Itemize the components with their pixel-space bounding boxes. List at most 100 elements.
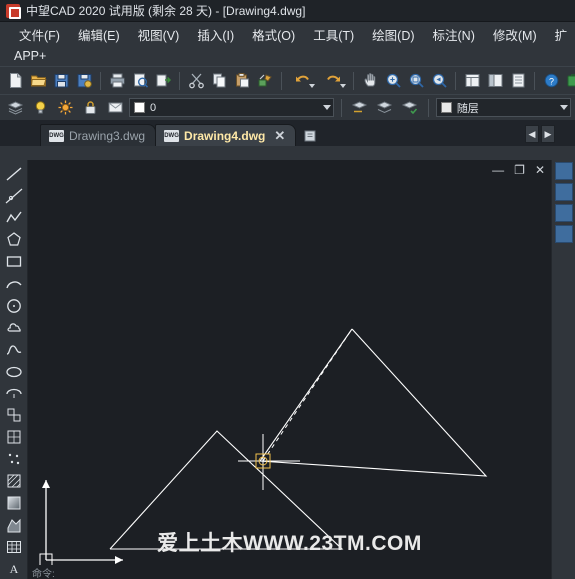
undo-icon[interactable] [287,70,317,92]
menu-bar[interactable]: 文件(F) 编辑(E) 视图(V) 插入(I) 格式(O) 工具(T) 绘图(D… [0,22,575,46]
menu-item-dimension[interactable]: 标注(N) [424,23,484,46]
toolbar-separator [100,71,101,90]
sun-icon[interactable] [54,97,76,119]
command-line[interactable]: 命令: [28,565,551,579]
match-properties-icon[interactable] [254,70,276,92]
pan-icon[interactable] [359,70,381,92]
print-preview-icon[interactable] [129,70,151,92]
tab-nav-prev[interactable]: ◀ [525,125,539,143]
tab-nav[interactable]: ◀ ▶ [525,125,555,143]
make-block-icon[interactable] [3,427,25,447]
table-icon[interactable] [3,537,25,557]
hatch-icon[interactable] [3,471,25,491]
prop-separator [340,98,342,117]
menu-item-draw[interactable]: 绘图(D) [363,23,423,46]
zoom-previous-icon[interactable] [428,70,450,92]
multiline-text-icon[interactable]: A [3,559,25,579]
chevron-down-icon[interactable] [322,105,331,110]
polygon-icon[interactable] [3,230,25,250]
spline-icon[interactable] [3,340,25,360]
menu-item-modify[interactable]: 修改(M) [484,23,546,46]
app-window: 中望CAD 2020 试用版 (剩余 28 天) - [Drawing4.dwg… [0,0,575,579]
polyline-icon[interactable] [3,208,25,228]
line-icon[interactable] [3,164,25,184]
arc-icon[interactable] [3,274,25,294]
layer-properties-toolbar[interactable]: 0 随层 [0,94,575,120]
draw-toolbar[interactable]: A [0,160,28,579]
right-tool-panel[interactable] [551,160,575,579]
copy-icon[interactable] [208,70,230,92]
revision-cloud-icon[interactable] [3,318,25,338]
ellipse-icon[interactable] [3,362,25,382]
document-tab-bar[interactable]: DWG Drawing3.dwg DWG Drawing4.dwg ✕ ◀ ▶ [0,120,575,146]
right-panel-button-1[interactable] [554,162,573,180]
standard-toolbar[interactable]: ? [0,66,575,94]
lock-icon[interactable] [79,97,101,119]
ellipse-arc-icon[interactable] [3,384,25,404]
tool-palette-icon[interactable] [507,70,529,92]
open-file-icon[interactable] [27,70,49,92]
svg-text:A: A [9,562,18,576]
insert-block-icon[interactable] [3,405,25,425]
plot-icon[interactable] [104,97,126,119]
undo-dropdown-arrow[interactable] [309,83,315,88]
doc-tab-drawing4[interactable]: DWG Drawing4.dwg ✕ [155,124,297,146]
cut-icon[interactable] [185,70,207,92]
layer-isolate-icon[interactable] [374,97,396,119]
doc-restore-button[interactable]: ❐ [514,164,525,176]
zoom-extents-icon[interactable] [382,70,404,92]
color-select[interactable]: 随层 [435,98,571,117]
toolbar-separator-2 [179,71,180,90]
document-window-controls[interactable]: — ❐ ✕ [492,164,545,176]
model-space-canvas[interactable]: — ❐ ✕ 爱上土木WWW.23TM.COM 命令: [28,160,551,579]
menu-item-format[interactable]: 格式(O) [243,23,304,46]
menu-bar-second-row[interactable]: APP+ [0,46,575,66]
new-tab-icon[interactable] [301,126,323,146]
toolbar-separator-4 [353,71,354,90]
help-icon[interactable]: ? [540,70,562,92]
layer-make-current-icon[interactable] [399,97,421,119]
doc-close-button[interactable]: ✕ [535,164,545,176]
layer-previous-icon[interactable] [349,97,371,119]
doc-minimize-button[interactable]: — [492,164,504,176]
circle-icon[interactable] [3,296,25,316]
designcenter-icon[interactable] [484,70,506,92]
menu-item-tools[interactable]: 工具(T) [304,23,363,46]
construction-line-icon[interactable] [3,186,25,206]
right-panel-button-2[interactable] [554,183,573,201]
right-panel-button-3[interactable] [554,204,573,222]
properties-panel-icon[interactable] [461,70,483,92]
zoom-window-icon[interactable] [405,70,427,92]
new-file-icon[interactable] [4,70,26,92]
right-panel-button-4[interactable] [554,225,573,243]
save-as-icon[interactable] [73,70,95,92]
rectangle-icon[interactable] [3,252,25,272]
redo-icon[interactable] [318,70,348,92]
menu-item-edit[interactable]: 编辑(E) [69,23,129,46]
color-swatch [440,102,452,113]
publish-icon[interactable] [152,70,174,92]
region-icon[interactable] [3,515,25,535]
menu-item-insert[interactable]: 插入(I) [188,23,243,46]
paste-icon[interactable] [231,70,253,92]
color-select-value: 随层 [456,102,479,115]
print-icon[interactable] [106,70,128,92]
menu-item-app-plus[interactable]: APP+ [10,48,50,64]
doc-tab-drawing3[interactable]: DWG Drawing3.dwg [40,124,157,146]
layer-select[interactable]: 0 [129,98,334,117]
menu-item-express[interactable]: 扩 [546,23,575,46]
save-file-icon[interactable] [50,70,72,92]
menu-item-file[interactable]: 文件(F) [10,23,69,46]
lightbulb-icon[interactable] [29,97,51,119]
point-icon[interactable] [3,449,25,469]
toolbar-separator-6 [534,71,535,90]
layer-manager-icon[interactable] [4,97,26,119]
chevron-down-icon-2[interactable] [560,105,568,110]
close-icon[interactable]: ✕ [274,128,285,144]
drawing-area[interactable]: — ❐ ✕ 爱上土木WWW.23TM.COM 命令: [28,160,551,579]
menu-item-view[interactable]: 视图(V) [129,23,189,46]
tab-nav-next[interactable]: ▶ [541,125,555,143]
gradient-icon[interactable] [3,493,25,513]
app-store-icon[interactable] [563,70,575,92]
redo-dropdown-arrow[interactable] [340,83,346,88]
